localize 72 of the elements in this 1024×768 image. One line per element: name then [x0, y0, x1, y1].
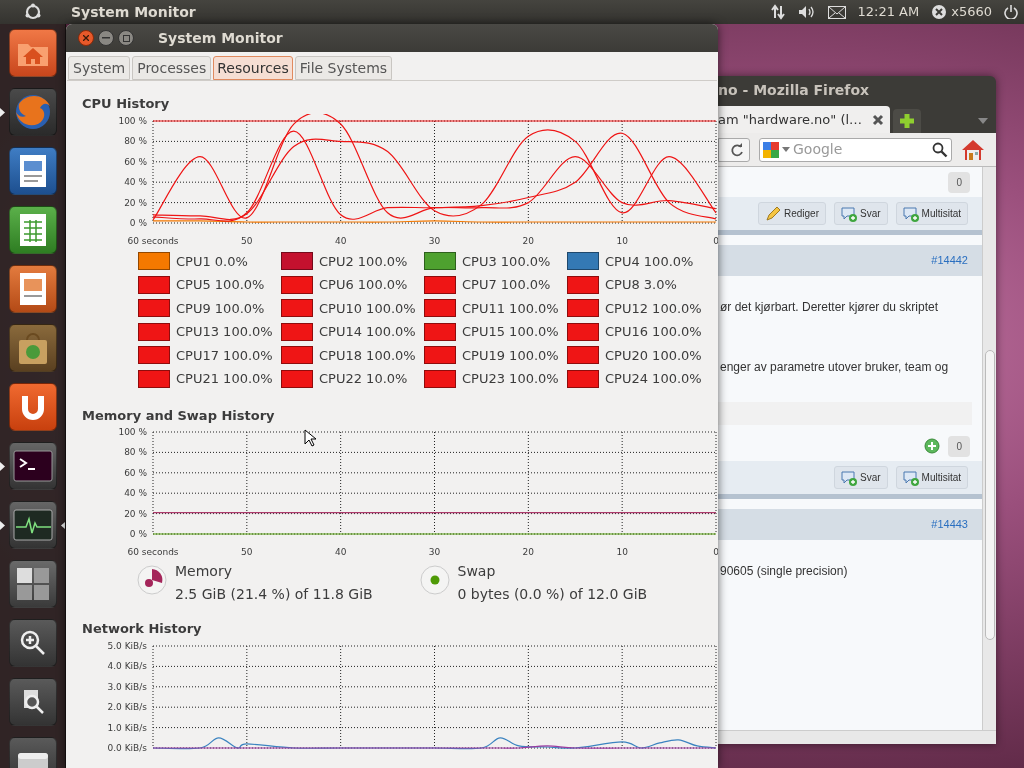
- legend-label: CPU16 100.0%: [605, 323, 702, 341]
- legend-label: CPU10 100.0%: [319, 299, 416, 318]
- legend-label: CPU20 100.0%: [605, 346, 702, 365]
- legend-label: CPU7 100.0%: [462, 276, 551, 294]
- axis-label: 0: [713, 235, 718, 246]
- axis-label: 0: [713, 547, 718, 557]
- legend-label: CPU15 100.0%: [462, 323, 559, 341]
- axis-label: 80 %: [124, 447, 147, 458]
- legend-label: CPU13 100.0%: [176, 323, 273, 341]
- axis-label: 60 %: [124, 156, 147, 167]
- legend-label: CPU18 100.0%: [319, 346, 416, 365]
- axis-label: 1.0 KiB/s: [107, 722, 147, 733]
- usage-detail: 0 bytes (0.0 %) of 12.0 GiB: [457, 585, 648, 604]
- axis-label: 50: [241, 235, 253, 246]
- axis-label: 40 %: [124, 488, 147, 499]
- legend-label: CPU2 100.0%: [319, 252, 408, 271]
- axis-label: 0.0 KiB/s: [107, 742, 147, 753]
- tab-label: am "hardware.no" (l…: [718, 110, 863, 129]
- post-text: ør det kjørbart. Deretter kjører du skriptet: [720, 300, 939, 314]
- legend-label: Memory: [175, 562, 233, 581]
- legend-label: CPU23 100.0%: [462, 370, 559, 388]
- axis-label: 40: [334, 235, 347, 246]
- window-title: System Monitor: [158, 28, 283, 48]
- legend-label: CPU1 0.0%: [176, 252, 248, 271]
- section-title: CPU History: [82, 95, 171, 113]
- legend-label: CPU5 100.0%: [176, 276, 265, 294]
- legend-label: Swap: [457, 562, 497, 581]
- legend-label: CPU21 100.0%: [176, 370, 273, 388]
- post-text: 90605 (single precision): [720, 564, 848, 578]
- axis-label: 10: [616, 235, 628, 246]
- axis-label: 5.0 KiB/s: [107, 640, 147, 651]
- axis-label: 80 %: [124, 135, 147, 146]
- legend-label: CPU9 100.0%: [176, 299, 265, 318]
- legend-label: CPU4 100.0%: [605, 252, 694, 271]
- axis-label: 30: [428, 235, 441, 246]
- legend-label: CPU11 100.0%: [462, 299, 559, 318]
- section-title: Memory and Swap History: [82, 406, 276, 425]
- axis-label: 60 seconds: [127, 547, 179, 557]
- section-title: Network History: [82, 620, 203, 638]
- legend-label: CPU8 3.0%: [605, 276, 677, 294]
- usage-detail: 2.5 GiB (21.4 %) of 11.8 GiB: [175, 585, 373, 604]
- legend-label: CPU17 100.0%: [176, 346, 273, 365]
- legend-label: CPU3 100.0%: [462, 252, 551, 271]
- axis-label: 100 %: [118, 427, 147, 437]
- axis-label: 2.0 KiB/s: [107, 701, 147, 712]
- post-text: enger av parametre utover bruker, team og: [720, 360, 949, 374]
- axis-label: 4.0 KiB/s: [107, 660, 147, 671]
- axis-label: 3.0 KiB/s: [107, 681, 147, 692]
- axis-label: 50: [241, 547, 253, 557]
- axis-label: 30: [428, 547, 441, 557]
- window-title: no - Mozilla Firefox: [718, 80, 870, 100]
- axis-label: 20: [522, 547, 535, 557]
- axis-label: 100 %: [118, 115, 147, 126]
- axis-label: 60 %: [124, 467, 147, 478]
- vote-count: 0: [948, 435, 970, 457]
- vote-count: 0: [948, 171, 970, 193]
- axis-label: 60 seconds: [127, 235, 179, 246]
- legend-label: CPU14 100.0%: [319, 323, 416, 341]
- axis-label: 20 %: [124, 508, 147, 519]
- app-title: System Monitor: [71, 2, 196, 22]
- axis-label: 0 %: [129, 529, 147, 539]
- legend-label: CPU22 10.0%: [319, 370, 408, 388]
- axis-label: 20 %: [124, 197, 147, 208]
- axis-label: 40 %: [124, 176, 147, 187]
- legend-label: CPU6 100.0%: [319, 276, 408, 294]
- axis-label: 40: [334, 547, 347, 557]
- legend-label: CPU19 100.0%: [462, 346, 559, 365]
- legend-label: CPU12 100.0%: [605, 299, 702, 318]
- legend-label: CPU24 100.0%: [605, 370, 702, 388]
- axis-label: 0 %: [129, 217, 147, 228]
- axis-label: 10: [616, 547, 628, 557]
- axis-label: 20: [522, 235, 535, 246]
